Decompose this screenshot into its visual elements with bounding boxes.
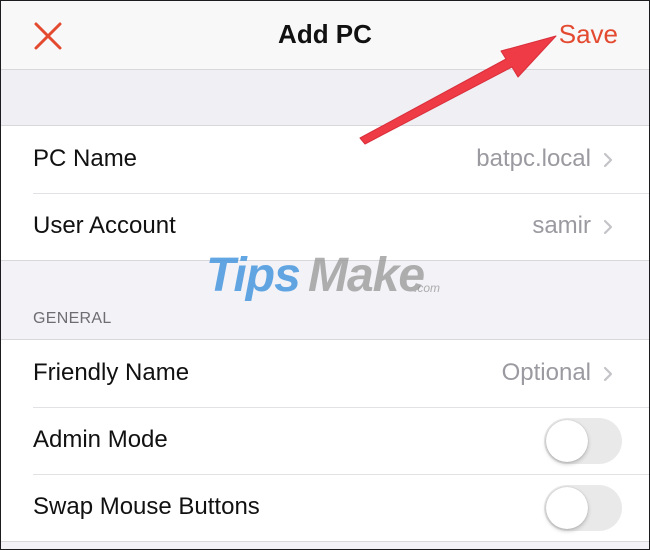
page-title: Add PC (278, 19, 372, 49)
user-account-row[interactable]: User Account samir (1, 193, 649, 260)
navigation-bar: Add PC Save (1, 1, 649, 70)
toggle-knob (546, 487, 588, 529)
swap-mouse-buttons-toggle[interactable] (544, 485, 622, 531)
general-settings-group: Friendly Name Optional Admin Mode Swap M… (1, 339, 649, 542)
pc-name-row[interactable]: PC Name batpc.local (1, 126, 649, 193)
swap-mouse-buttons-label: Swap Mouse Buttons (33, 493, 260, 520)
friendly-name-label: Friendly Name (33, 359, 190, 386)
friendly-name-row[interactable]: Friendly Name Optional (1, 340, 649, 407)
chevron-right-icon (603, 152, 613, 168)
chevron-right-icon (603, 366, 613, 382)
admin-mode-toggle[interactable] (544, 418, 622, 464)
toggle-knob (546, 420, 588, 462)
section-spacer (1, 70, 649, 125)
pc-settings-group: PC Name batpc.local User Account samir (1, 125, 649, 261)
general-section-header: GENERAL (33, 310, 112, 327)
close-button[interactable] (31, 19, 65, 53)
user-account-label: User Account (33, 212, 176, 239)
user-account-value: samir (532, 212, 591, 239)
save-button[interactable]: Save (559, 19, 618, 50)
chevron-right-icon (603, 219, 613, 235)
watermark-suffix: .com (414, 281, 441, 295)
app-frame: Add PC Save PC Name batpc.local User Acc… (0, 0, 650, 550)
admin-mode-row: Admin Mode (1, 407, 649, 474)
admin-mode-label: Admin Mode (33, 426, 168, 453)
swap-mouse-buttons-row: Swap Mouse Buttons (1, 474, 649, 541)
close-icon (34, 22, 62, 50)
pc-name-value: batpc.local (476, 145, 591, 172)
friendly-name-placeholder: Optional (501, 359, 591, 386)
pc-name-label: PC Name (33, 145, 138, 172)
